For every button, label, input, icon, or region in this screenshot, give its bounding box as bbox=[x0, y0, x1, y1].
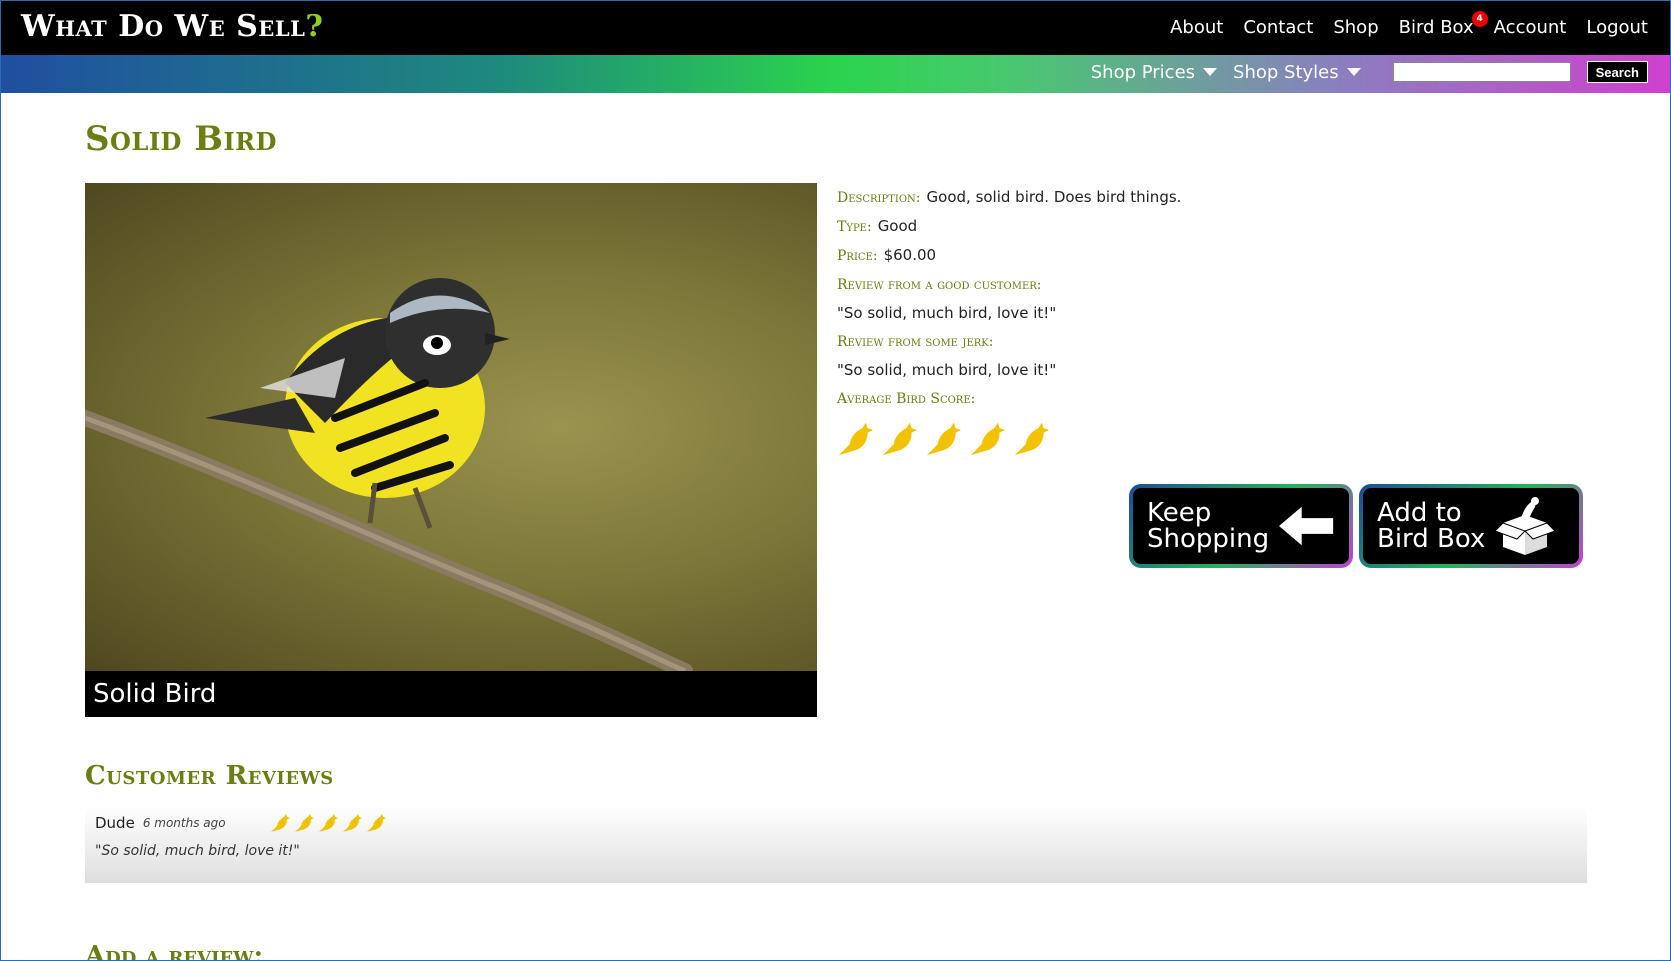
product-image: Solid Bird bbox=[85, 183, 817, 717]
review-author: Dude bbox=[95, 814, 135, 832]
bird-score-icon bbox=[270, 814, 290, 832]
logo-text: What Do We Sell bbox=[21, 9, 306, 44]
bird-score-icon bbox=[838, 422, 873, 456]
bird-box-count-badge: 4 bbox=[1471, 11, 1488, 27]
type-value: Good bbox=[877, 217, 918, 235]
bird-score-icon bbox=[882, 422, 917, 456]
keep-shopping-inner: Keep Shopping bbox=[1133, 488, 1349, 564]
bird-score-icon bbox=[1014, 422, 1049, 456]
shop-prices-label: Shop Prices bbox=[1090, 61, 1196, 83]
nav-shop-link[interactable]: Shop bbox=[1333, 17, 1378, 38]
top-navbar: What Do We Sell? About Contact Shop Bird… bbox=[1, 1, 1670, 55]
bird-score-icon bbox=[926, 422, 961, 456]
avg-score-label: Average Bird Score: bbox=[837, 391, 976, 407]
page-title: Solid Bird bbox=[85, 119, 277, 159]
description-label: Description: bbox=[837, 190, 921, 206]
customer-reviews-heading: Customer Reviews bbox=[85, 761, 334, 791]
nav-about-link[interactable]: About bbox=[1170, 17, 1223, 38]
review-item: Dude 6 months ago "So solid, much bird, … bbox=[85, 805, 1587, 883]
nav-account-link[interactable]: Account bbox=[1494, 17, 1567, 38]
keep-shopping-button[interactable]: Keep Shopping bbox=[1129, 484, 1353, 568]
jerk-review-label: Review from some jerk: bbox=[837, 334, 994, 350]
add-review-heading: Add a review: bbox=[85, 941, 264, 961]
description-row: Description: Good, solid bird. Does bird … bbox=[837, 183, 1537, 212]
avg-score-label-row: Average Bird Score: bbox=[837, 384, 1537, 413]
add-to-bird-box-button[interactable]: Add to Bird Box bbox=[1359, 484, 1583, 568]
good-review-label-row: Review from a good customer: bbox=[837, 270, 1537, 299]
bird-score-icon bbox=[970, 422, 1005, 456]
add-to-bird-box-inner: Add to Bird Box bbox=[1363, 488, 1579, 564]
shop-filter-bar: Shop Prices Shop Styles Search bbox=[1, 55, 1670, 93]
main-nav: About Contact Shop Bird Box 4 Account Lo… bbox=[1170, 11, 1648, 38]
add-line-1: Add to bbox=[1377, 498, 1462, 528]
add-line-2: Bird Box bbox=[1377, 524, 1486, 554]
price-label: Price: bbox=[837, 248, 878, 264]
good-review-text: "So solid, much bird, love it!" bbox=[837, 304, 1057, 322]
product-details: Description: Good, solid bird. Does bird … bbox=[837, 183, 1537, 457]
chevron-down-icon bbox=[1346, 68, 1361, 76]
search-input[interactable] bbox=[1392, 62, 1571, 82]
nav-bird-box-link[interactable]: Bird Box 4 bbox=[1398, 11, 1488, 38]
arrow-left-icon bbox=[1279, 506, 1334, 546]
keep-shopping-label: Keep Shopping bbox=[1147, 500, 1269, 552]
bird-photo bbox=[85, 183, 817, 679]
logo-question-mark: ? bbox=[305, 9, 324, 44]
type-label: Type: bbox=[837, 219, 872, 235]
jerk-review-text: "So solid, much bird, love it!" bbox=[837, 361, 1057, 379]
keep-line-2: Shopping bbox=[1147, 524, 1270, 554]
review-bird-score bbox=[270, 813, 386, 833]
shop-styles-label: Shop Styles bbox=[1233, 61, 1339, 83]
good-review-label: Review from a good customer: bbox=[837, 277, 1042, 293]
bird-in-box-icon bbox=[1495, 497, 1556, 555]
add-to-bird-box-label: Add to Bird Box bbox=[1377, 500, 1485, 552]
description-value: Good, solid bird. Does bird things. bbox=[926, 188, 1182, 206]
bird-score-icon bbox=[366, 814, 386, 832]
price-row: Price: $60.00 bbox=[837, 241, 1537, 270]
type-row: Type: Good bbox=[837, 212, 1537, 241]
shop-filter-nav: Shop Prices Shop Styles Search bbox=[1091, 61, 1648, 83]
review-time: 6 months ago bbox=[142, 816, 226, 830]
nav-contact-link[interactable]: Contact bbox=[1243, 17, 1313, 38]
image-caption: Solid Bird bbox=[93, 679, 217, 709]
review-text: "So solid, much bird, love it!" bbox=[95, 843, 300, 859]
bird-illustration bbox=[85, 278, 693, 679]
site-logo[interactable]: What Do We Sell? bbox=[21, 9, 323, 44]
price-value: $60.00 bbox=[883, 246, 937, 264]
search-button[interactable]: Search bbox=[1586, 61, 1648, 83]
nav-logout-link[interactable]: Logout bbox=[1586, 17, 1648, 38]
bird-score-icon bbox=[342, 814, 362, 832]
shop-prices-dropdown[interactable]: Shop Prices bbox=[1090, 61, 1218, 83]
shop-styles-dropdown[interactable]: Shop Styles bbox=[1233, 62, 1361, 83]
bird-score-icon bbox=[294, 814, 314, 832]
chevron-down-icon bbox=[1203, 68, 1218, 76]
bird-box-label: Bird Box bbox=[1398, 17, 1474, 38]
average-bird-score bbox=[837, 421, 1537, 457]
bird-score-icon bbox=[318, 814, 338, 832]
review-meta: Dude 6 months ago bbox=[95, 813, 1577, 833]
jerk-review-label-row: Review from some jerk: bbox=[837, 327, 1537, 356]
page-frame: What Do We Sell? About Contact Shop Bird… bbox=[0, 0, 1671, 961]
keep-line-1: Keep bbox=[1147, 498, 1212, 528]
